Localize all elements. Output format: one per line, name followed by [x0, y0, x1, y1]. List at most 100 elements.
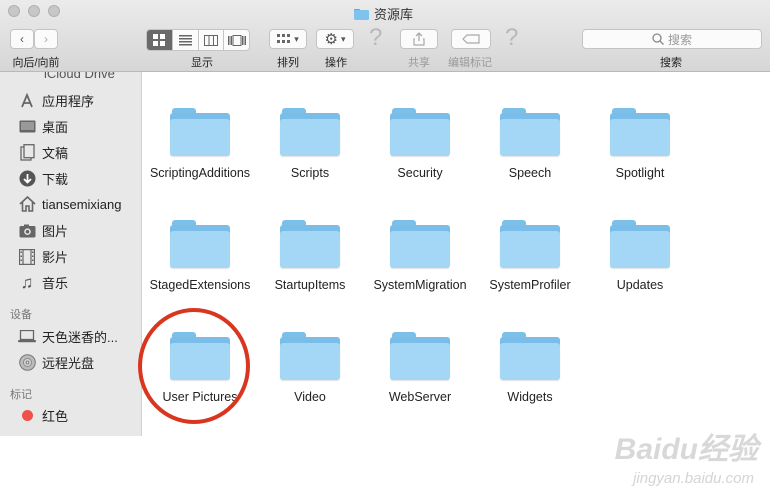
sidebar-item-remote-disc[interactable]: 远程光盘 [18, 353, 94, 372]
folder-item[interactable]: StartupItems [255, 220, 365, 293]
sidebar-item-applications[interactable]: 应用程序 [18, 91, 94, 110]
folder-item[interactable]: Updates [585, 220, 695, 293]
folder-name: SystemProfiler [489, 278, 571, 292]
zoom-window-button[interactable] [48, 5, 60, 17]
icon-view-button[interactable] [147, 30, 173, 50]
folder-name: SystemMigration [373, 278, 467, 292]
back-button[interactable]: ‹ [10, 29, 34, 49]
folder-item[interactable]: Widgets [475, 332, 585, 405]
folder-item[interactable]: SystemProfiler [475, 220, 585, 293]
sidebar-item-label: 桌面 [42, 120, 69, 135]
laptop-icon [18, 328, 36, 346]
sidebar-item-label: 远程光盘 [42, 356, 95, 371]
desktop-icon [18, 118, 36, 136]
folder-item[interactable]: Scripts [255, 108, 365, 181]
sidebar-item-label: 图片 [42, 224, 69, 239]
folder-item[interactable]: Spotlight [585, 108, 695, 181]
tag-icon [462, 34, 480, 44]
columns-icon [203, 34, 218, 46]
forward-button[interactable]: › [34, 29, 58, 49]
applications-icon [18, 92, 36, 110]
music-icon: ♫ [20, 272, 34, 292]
grid-icon [153, 34, 166, 46]
folder-name: ScriptingAdditions [149, 166, 251, 180]
folder-icon [610, 220, 670, 268]
share-button[interactable] [400, 29, 438, 49]
chevron-left-icon: ‹ [20, 32, 24, 46]
sidebar-item-music[interactable]: ♫ 音乐 [18, 273, 68, 292]
highlight-circle [138, 308, 250, 424]
folder-icon [500, 220, 560, 268]
arrange-icon [277, 34, 291, 43]
folder-item[interactable]: WebServer [365, 332, 475, 405]
sidebar-item-label: 音乐 [42, 276, 69, 291]
sidebar-item-label: 天色迷香的... [42, 330, 118, 345]
window-title: 资源库 [354, 4, 413, 23]
question-icon: ? [505, 24, 519, 51]
search-icon [652, 33, 664, 45]
downloads-icon [18, 170, 36, 188]
sidebar-item-home[interactable]: tiansemixiang [18, 195, 122, 213]
sidebar-item-movies[interactable]: 影片 [18, 247, 68, 266]
arrange-button[interactable]: ▾ [269, 29, 307, 49]
sidebar-item-label: tiansemixiang [42, 196, 122, 212]
sidebar-item-tag-red[interactable]: 红色 [18, 406, 68, 425]
folder-item[interactable]: ScriptingAdditions [145, 108, 255, 181]
edit-tags-button[interactable] [451, 29, 491, 49]
window-title-text: 资源库 [374, 7, 414, 22]
folder-icon [280, 220, 340, 268]
search-placeholder: 搜索 [667, 32, 692, 47]
watermark-url: jingyan.baidu.com [633, 470, 754, 487]
coverflow-view-button[interactable] [224, 30, 249, 50]
share-icon [413, 32, 425, 46]
question-icon: ? [369, 24, 383, 51]
folder-icon [170, 108, 230, 156]
folder-icon [170, 220, 230, 268]
folder-item[interactable]: Speech [475, 108, 585, 181]
chevron-right-icon: › [44, 32, 48, 46]
folder-name: Security [397, 166, 443, 180]
sidebar-item-mac[interactable]: 天色迷香的... [18, 327, 118, 346]
close-window-button[interactable] [8, 5, 20, 17]
view-label: 显示 [191, 57, 213, 69]
folder-item[interactable]: Security [365, 108, 475, 181]
folder-icon [500, 332, 560, 380]
folder-name: WebServer [388, 390, 452, 404]
folder-icon [390, 220, 450, 268]
folder-name: StagedExtensions [149, 278, 251, 292]
folder-name: Speech [508, 166, 552, 180]
minimize-window-button[interactable] [28, 5, 40, 17]
folder-icon [390, 332, 450, 380]
folder-icon [280, 332, 340, 380]
movies-icon [18, 248, 36, 266]
watermark-logo: Baidu经验 [614, 433, 758, 466]
sidebar-item-pictures[interactable]: 图片 [18, 221, 68, 240]
action-button[interactable]: ⚙ ▾ [316, 29, 354, 49]
pictures-icon [18, 222, 36, 240]
folder-item[interactable]: SystemMigration [365, 220, 475, 293]
folder-name: Scripts [290, 166, 330, 180]
sidebar-item-label: iCloud Drive [44, 72, 115, 81]
search-label: 搜索 [660, 57, 682, 69]
column-view-button[interactable] [199, 30, 225, 50]
gear-icon: ⚙ [324, 31, 338, 48]
action-label: 操作 [325, 57, 347, 69]
sidebar-item-desktop[interactable]: 桌面 [18, 117, 68, 136]
folder-item[interactable]: StagedExtensions [145, 220, 255, 293]
folder-icon [500, 108, 560, 156]
folder-name: Widgets [507, 390, 553, 404]
sidebar-item-icloud-drive[interactable]: iCloud Drive [44, 72, 115, 81]
sidebar-item-downloads[interactable]: 下载 [18, 169, 68, 188]
sidebar-section-tags: 标记 [10, 389, 32, 401]
share-label: 共享 [408, 57, 430, 69]
folder-item[interactable]: Video [255, 332, 365, 405]
sidebar-item-documents[interactable]: 文稿 [18, 143, 68, 162]
search-field[interactable]: 搜索 [582, 29, 762, 49]
disc-icon [18, 354, 36, 372]
view-mode-control [146, 29, 250, 51]
coverflow-icon [227, 34, 246, 46]
folder-name: Spotlight [615, 166, 665, 180]
list-view-button[interactable] [173, 30, 199, 50]
chevron-down-icon: ▾ [294, 33, 299, 44]
folder-icon [390, 108, 450, 156]
